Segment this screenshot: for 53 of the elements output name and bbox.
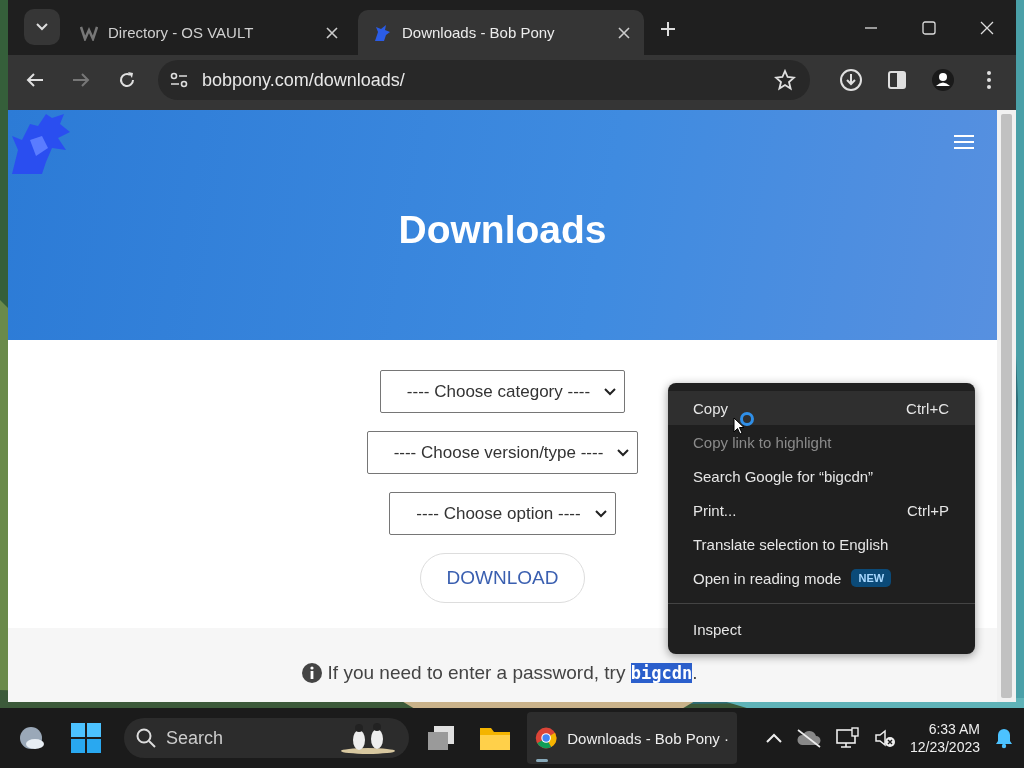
download-button[interactable]: DOWNLOAD <box>419 553 586 603</box>
new-tab-icon[interactable] <box>660 21 676 37</box>
search-icon <box>136 728 156 748</box>
chevron-icon <box>594 509 607 518</box>
side-panel-icon[interactable] <box>887 70 907 90</box>
menu-item[interactable]: Open in reading mode NEW <box>668 561 975 595</box>
menu-icon[interactable] <box>953 134 975 150</box>
search-field[interactable]: Search <box>124 718 409 758</box>
taskbar-app[interactable]: Downloads - Bob Pony · <box>527 712 737 764</box>
menu-item[interactable]: Search Google for “bigcdn” <box>668 459 975 493</box>
close-icon[interactable] <box>979 19 995 36</box>
new-badge: NEW <box>851 569 892 587</box>
star-icon[interactable] <box>774 69 796 91</box>
close-icon[interactable] <box>618 26 630 39</box>
task-view-icon[interactable] <box>426 724 456 752</box>
download-icon[interactable] <box>839 68 863 92</box>
more-icon[interactable] <box>986 70 992 90</box>
caret-icon <box>36 23 48 31</box>
network-icon[interactable] <box>835 727 860 749</box>
scrollbar[interactable] <box>997 110 1016 702</box>
chevron-up-icon[interactable] <box>765 733 782 743</box>
speaker-muted-icon[interactable] <box>873 728 896 748</box>
dropdown[interactable]: ---- Choose category ---- <box>379 370 626 413</box>
chevron-icon <box>604 387 617 396</box>
menu-item[interactable]: Print... Ctrl+P <box>668 493 975 527</box>
tab-search-button[interactable] <box>24 9 60 45</box>
cursor-icon <box>733 417 745 435</box>
w-logo-icon <box>80 24 98 41</box>
browser-tab[interactable]: Downloads - Bob Pony <box>358 10 644 55</box>
dropdown[interactable]: ---- Choose option ---- <box>389 492 616 535</box>
maximize-icon[interactable] <box>921 19 937 36</box>
reload-icon[interactable] <box>117 70 137 90</box>
close-icon[interactable] <box>326 26 338 39</box>
cloud-offline-icon[interactable] <box>795 728 822 748</box>
chevron-icon <box>617 448 630 457</box>
pony-icon <box>372 22 392 43</box>
browser-tab[interactable]: Directory - OS VAULT <box>66 10 352 55</box>
penguins-drawing <box>339 722 397 754</box>
bell-icon[interactable] <box>994 727 1014 749</box>
menu-item[interactable]: Translate selection to English <box>668 527 975 561</box>
password-note: If you need to enter a password, try bigcdn. <box>327 662 698 684</box>
profile-icon[interactable] <box>931 68 955 92</box>
menu-item[interactable]: Inspect <box>668 612 975 646</box>
page-title: Downloads <box>398 208 607 252</box>
weather-icon[interactable] <box>18 725 46 751</box>
info-icon <box>301 663 322 683</box>
address-bar[interactable]: bobpony.com/downloads/ <box>158 60 810 100</box>
site-settings-icon[interactable] <box>170 72 188 88</box>
windows-icon[interactable] <box>71 723 101 753</box>
menu-item[interactable]: Copy Ctrl+C <box>668 391 975 425</box>
clock[interactable]: 6:33 AM 12/23/2023 <box>909 721 980 755</box>
loading-ring-icon <box>739 411 755 427</box>
dropdown[interactable]: ---- Choose version/type ---- <box>366 431 639 474</box>
